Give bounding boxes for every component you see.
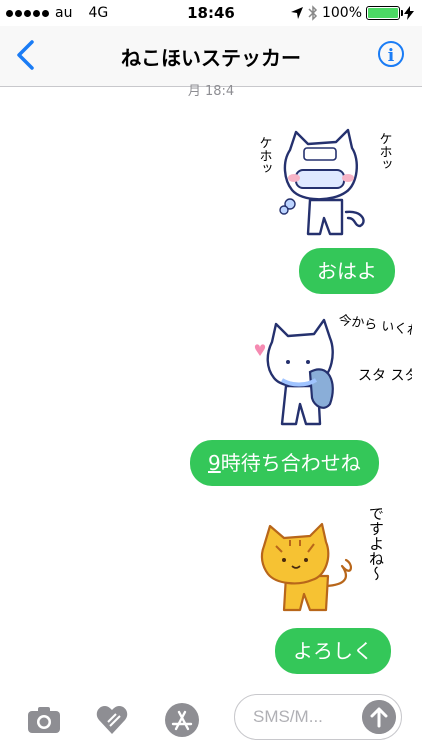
- message-text: 時待ち合わせね: [220, 451, 361, 475]
- battery-icon: [366, 6, 403, 20]
- charging-bolt-icon: [404, 6, 414, 20]
- message-bubble[interactable]: よろしく: [275, 628, 391, 674]
- sticker-walking-cat[interactable]: 今から いくね〜 スタ スタ: [248, 306, 412, 434]
- sticker-text-side: スタ スタ: [358, 368, 412, 384]
- location-arrow-icon: [290, 7, 303, 19]
- status-bar: au 4G 18:46 100%: [0, 0, 422, 26]
- conversation-title: ねこほいステッカー: [121, 46, 301, 70]
- sticker-text-left: ケホッ: [257, 136, 272, 175]
- battery-percent: 100%: [321, 5, 362, 21]
- sticker-text-right: ケホッ: [377, 132, 392, 171]
- message-timestamp: 月 18:4: [187, 84, 235, 99]
- send-arrow-icon[interactable]: [362, 700, 396, 734]
- info-button[interactable]: i: [378, 41, 404, 67]
- sticker-text-top: 今から いくね〜: [337, 312, 412, 341]
- message-text: おはよ: [317, 259, 377, 283]
- time-link[interactable]: 9: [208, 451, 221, 475]
- sticker-orange-cat[interactable]: ですよね〜: [256, 502, 406, 620]
- message-text: よろしく: [293, 639, 373, 663]
- message-input-placeholder: SMS/M...: [253, 707, 323, 726]
- digital-touch-heart-icon[interactable]: [94, 702, 130, 738]
- navigation-bar: ねこほいステッカー i: [0, 26, 422, 87]
- message-bubble[interactable]: 9時待ち合わせね: [190, 440, 379, 486]
- bluetooth-icon: [308, 5, 318, 21]
- app-store-icon[interactable]: [164, 702, 200, 738]
- camera-icon[interactable]: [26, 702, 62, 738]
- status-right: 100%: [290, 5, 414, 21]
- sticker-text-vertical: ですよね〜: [367, 506, 385, 581]
- message-input[interactable]: SMS/M...: [234, 694, 402, 740]
- message-bubble[interactable]: おはよ: [299, 248, 395, 294]
- sticker-coughing-cat[interactable]: ケホッ ケホッ: [250, 126, 410, 242]
